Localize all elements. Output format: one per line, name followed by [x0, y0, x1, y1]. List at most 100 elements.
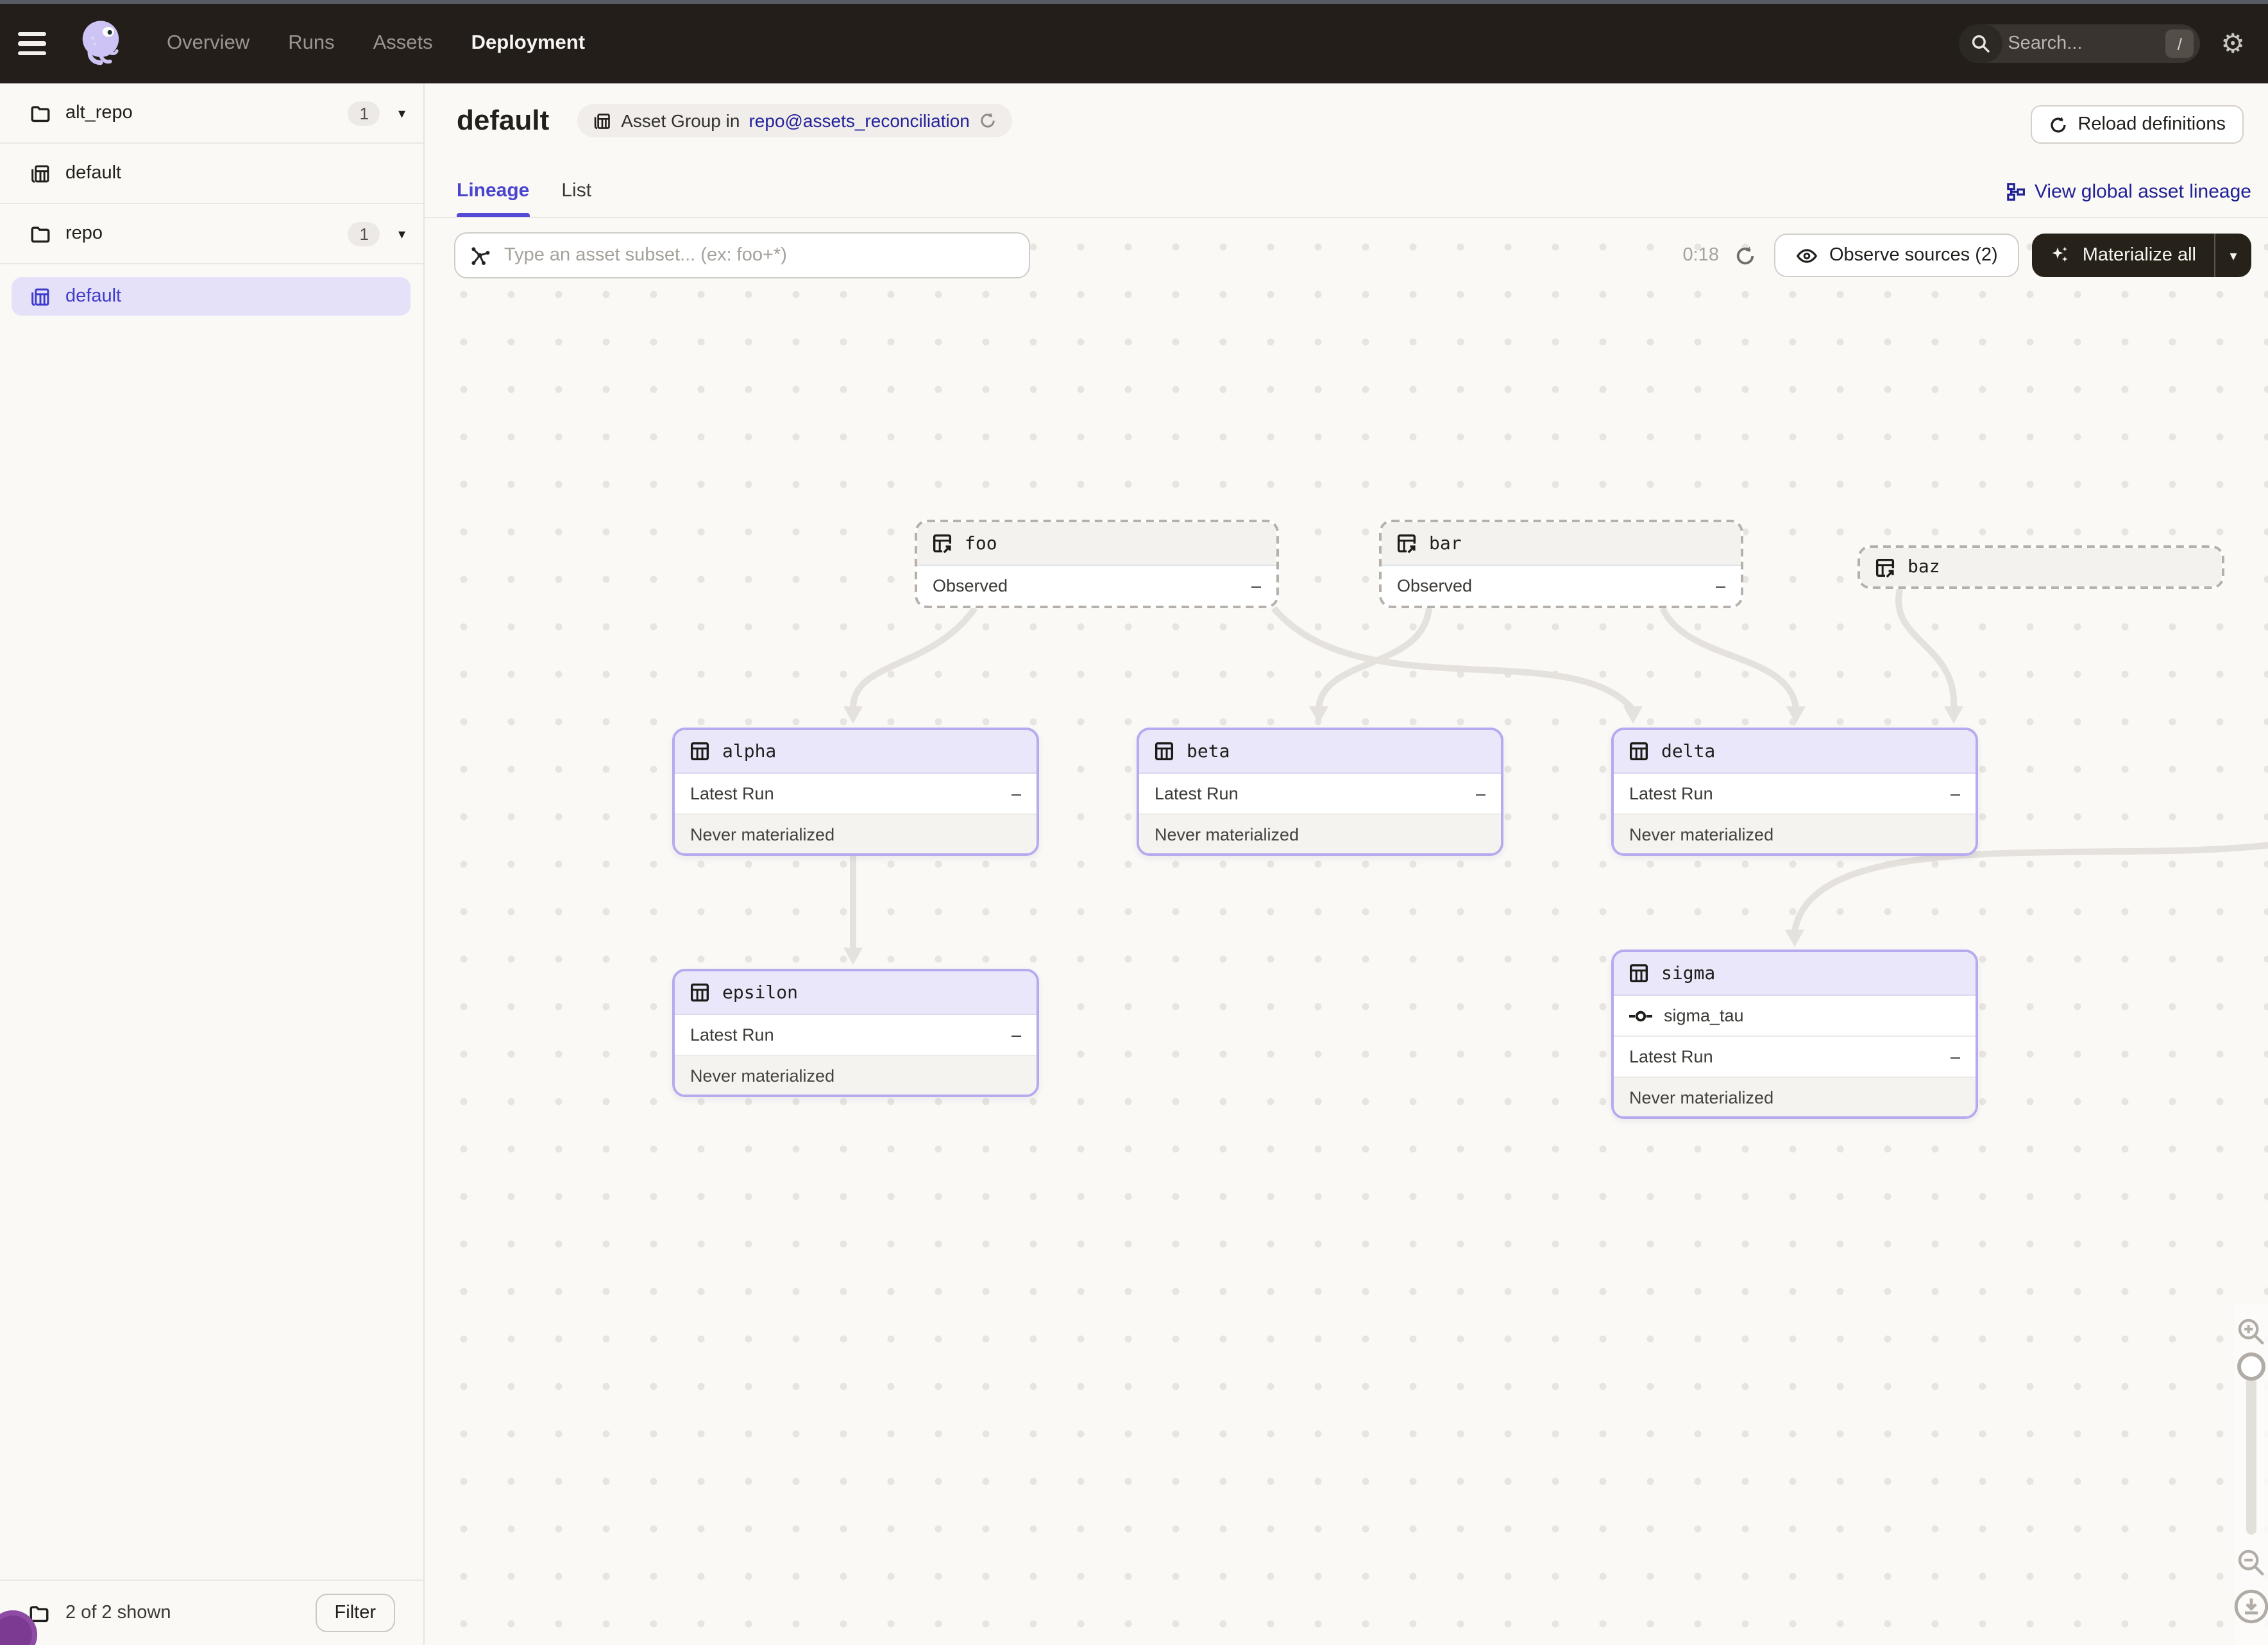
search-input[interactable]	[2002, 33, 2165, 54]
graph-query-icon	[468, 244, 491, 267]
source-table-icon	[1396, 533, 1418, 554]
nav-item-overview[interactable]: Overview	[167, 32, 250, 55]
lineage-canvas[interactable]: 0:18 Observe sources (2)	[425, 218, 2268, 1645]
asset-node-baz[interactable]: baz	[1858, 545, 2224, 589]
download-image-icon[interactable]	[2232, 1587, 2268, 1626]
latest-run-label: Latest Run	[1629, 784, 1713, 803]
latest-run-row: Latest Run –	[1614, 1037, 1976, 1077]
latest-run-label: Latest Run	[690, 1025, 774, 1044]
asset-node-foo[interactable]: foo Observed –	[915, 520, 1279, 608]
asset-node-header[interactable]: delta	[1614, 730, 1976, 774]
reload-definitions-button[interactable]: Reload definitions	[2030, 105, 2244, 144]
latest-run-value: –	[1011, 784, 1021, 803]
asset-check-row[interactable]: sigma_tau	[1614, 996, 1976, 1037]
table-icon	[1628, 740, 1650, 762]
code-location-sidebar: alt_repo 1 ▾ default repo 1 ▾	[0, 83, 425, 1645]
refresh-timer: 0:18	[1683, 245, 1719, 266]
materialization-status: Never materialized	[1614, 814, 1976, 853]
asset-node-header[interactable]: bar	[1382, 522, 1741, 566]
latest-run-value: –	[1951, 1047, 1960, 1066]
lineage-edges	[425, 218, 2268, 1645]
nav-item-deployment[interactable]: Deployment	[471, 32, 585, 55]
asset-node-header[interactable]: beta	[1139, 730, 1501, 774]
dagster-logo[interactable]	[72, 14, 131, 73]
latest-run-row: Latest Run –	[1614, 774, 1976, 814]
asset-node-title: delta	[1661, 741, 1715, 762]
materialization-status: Never materialized	[1614, 1077, 1976, 1116]
asset-node-header[interactable]: alpha	[675, 730, 1037, 774]
count-badge: 1	[348, 101, 380, 125]
sidebar-item-alt-repo[interactable]: alt_repo 1 ▾	[0, 83, 423, 144]
source-table-icon	[1874, 556, 1896, 578]
asset-node-header[interactable]: epsilon	[675, 971, 1037, 1015]
table-icon	[689, 740, 711, 762]
materialize-all-label: Materialize all	[2083, 245, 2196, 266]
status-label: Never materialized	[1155, 824, 1299, 844]
asset-node-header[interactable]: baz	[1860, 548, 2222, 586]
nav-item-assets[interactable]: Assets	[373, 32, 433, 55]
nav-items: Overview Runs Assets Deployment	[167, 32, 585, 55]
chevron-down-icon[interactable]: ▾	[398, 225, 405, 242]
asset-node-title: alpha	[722, 741, 776, 762]
asset-node-bar[interactable]: bar Observed –	[1379, 520, 1743, 608]
asset-group-icon	[593, 111, 612, 130]
observe-sources-label: Observe sources (2)	[1829, 245, 1998, 266]
asset-node-header[interactable]: sigma	[1614, 952, 1976, 996]
filter-button[interactable]: Filter	[316, 1594, 395, 1632]
sidebar-item-repo[interactable]: repo 1 ▾	[0, 204, 423, 264]
tab-lineage[interactable]: Lineage	[457, 180, 529, 217]
view-global-asset-lineage-link[interactable]: View global asset lineage	[2006, 181, 2251, 203]
materialize-all-split-button: Materialize all ▾	[2033, 234, 2251, 277]
latest-run-value: –	[1011, 1025, 1021, 1044]
asset-node-sigma[interactable]: sigma sigma_tau Latest Run – Never mater…	[1611, 950, 1978, 1119]
dagster-app: Overview Runs Assets Deployment / ⚙ alt_…	[0, 0, 2268, 1645]
reload-definitions-label: Reload definitions	[2078, 114, 2226, 135]
search-box[interactable]: /	[1959, 24, 2200, 63]
gear-icon[interactable]: ⚙	[2221, 30, 2245, 57]
asset-node-title: bar	[1429, 533, 1462, 554]
zoom-in-icon[interactable]	[2235, 1315, 2268, 1349]
sidebar-item-label: repo	[65, 223, 348, 244]
observe-sources-button[interactable]: Observe sources (2)	[1774, 234, 2020, 277]
sidebar-footer: 2 of 2 shown Filter	[0, 1580, 423, 1645]
zoom-slider-handle[interactable]	[2237, 1352, 2265, 1381]
asset-node-epsilon[interactable]: epsilon Latest Run – Never materialized	[672, 969, 1039, 1097]
view-tabs: Lineage List	[457, 180, 591, 217]
search-icon	[1959, 24, 2002, 63]
asset-node-alpha[interactable]: alpha Latest Run – Never materialized	[672, 728, 1039, 856]
asset-node-delta[interactable]: delta Latest Run – Never materialized	[1611, 728, 1978, 856]
latest-run-row: Latest Run –	[1139, 774, 1501, 814]
refresh-icon[interactable]	[1734, 244, 1756, 266]
sidebar-item-default-selected[interactable]: default	[12, 277, 410, 316]
asset-check-label: sigma_tau	[1664, 1006, 1744, 1025]
observed-value: –	[1716, 576, 1725, 595]
sidebar-item-default-alt[interactable]: default	[0, 144, 423, 204]
asset-subset-filter[interactable]	[454, 232, 1030, 278]
chevron-down-icon[interactable]: ▾	[398, 105, 405, 121]
main-panel: default Asset Group in repo@assets_recon…	[425, 83, 2268, 1645]
top-nav: Overview Runs Assets Deployment / ⚙	[0, 4, 2268, 83]
zoom-slider[interactable]	[2246, 1358, 2256, 1535]
refresh-icon[interactable]	[979, 112, 997, 130]
zoom-out-icon[interactable]	[2235, 1546, 2268, 1580]
asset-group-icon	[30, 162, 51, 184]
observed-row: Observed –	[917, 566, 1276, 606]
hamburger-icon[interactable]	[18, 21, 64, 67]
asset-node-title: baz	[1908, 557, 1940, 577]
materialize-all-button[interactable]: Materialize all	[2033, 234, 2214, 277]
asset-node-header[interactable]: foo	[917, 522, 1276, 566]
status-label: Never materialized	[690, 1066, 834, 1085]
nav-item-runs[interactable]: Runs	[288, 32, 334, 55]
asset-subset-input[interactable]	[502, 244, 1016, 267]
caret-down-icon[interactable]: ▾	[2215, 234, 2251, 277]
sidebar-item-label: alt_repo	[65, 103, 348, 123]
reload-icon	[2048, 115, 2067, 134]
materialization-status: Never materialized	[675, 814, 1037, 853]
table-icon	[689, 982, 711, 1003]
asset-node-beta[interactable]: beta Latest Run – Never materialized	[1137, 728, 1503, 856]
asset-group-icon	[30, 286, 51, 307]
code-location-link[interactable]: repo@assets_reconciliation	[749, 110, 969, 131]
tab-list[interactable]: List	[561, 180, 591, 217]
eye-icon	[1796, 244, 1818, 266]
latest-run-value: –	[1476, 784, 1485, 803]
